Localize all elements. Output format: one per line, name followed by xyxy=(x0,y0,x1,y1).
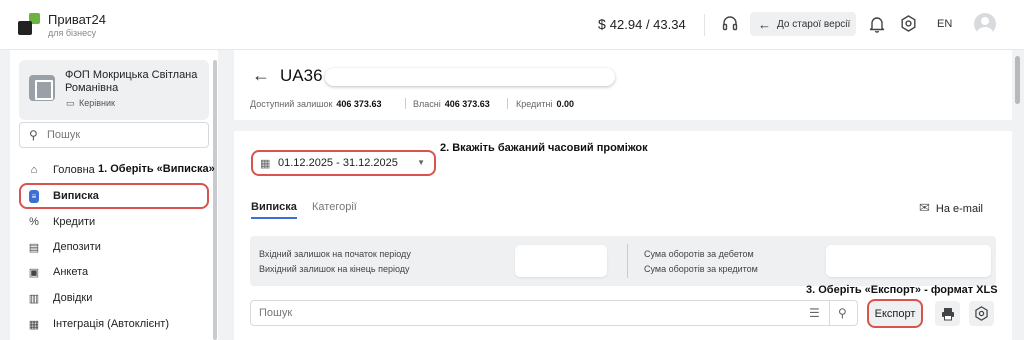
sidebar-item-certificates[interactable]: ▥ Довідки xyxy=(19,286,209,310)
deposit-icon: ▤ xyxy=(28,241,40,254)
tab-statement[interactable]: Виписка xyxy=(251,201,297,213)
balance-values-box xyxy=(515,245,607,277)
briefcase-icon: ▭ xyxy=(66,98,75,108)
back-arrow-icon[interactable]: ← xyxy=(252,65,270,86)
tab-categories[interactable]: Категорії xyxy=(312,201,357,213)
annotation-step-2: 2. Вкажіть бажаний часовий проміжок xyxy=(440,142,648,154)
headset-icon[interactable] xyxy=(722,16,738,32)
sidebar: ФОП Мокрицька Світлана Романівна ▭ Керів… xyxy=(10,50,218,340)
sidebar-item-statement[interactable]: ≡ Виписка xyxy=(19,183,209,209)
sidebar-item-label: Виписка xyxy=(53,190,99,202)
statement-icon: ≡ xyxy=(29,189,39,203)
old-version-button[interactable]: ← До старої версії xyxy=(750,12,856,36)
credit-turnover-label: Сума оборотів за кредитом xyxy=(644,264,758,274)
own-balance-value: 406 373.63 xyxy=(444,99,490,109)
sidebar-item-label: Довідки xyxy=(53,292,93,304)
sidebar-scrollbar[interactable] xyxy=(213,60,217,340)
exchange-rate: $42.94 / 43.34 xyxy=(598,16,686,32)
annotation-step-3: 3. Оберіть «Експорт» - формат XLS xyxy=(806,284,998,296)
top-bar: Приват24 для бізнесу $42.94 / 43.34 ← До… xyxy=(0,0,1024,50)
own-balance: Власні 406 373.63 xyxy=(413,99,490,109)
divider xyxy=(829,301,830,325)
language-switch[interactable]: EN xyxy=(937,18,952,30)
export-button[interactable]: Експорт xyxy=(867,299,923,328)
closing-balance-label: Вихідний залишок на кінець періоду xyxy=(259,264,410,274)
avatar[interactable] xyxy=(974,13,996,35)
turnover-values-box xyxy=(826,245,991,277)
statement-search-placeholder: Пошук xyxy=(259,307,293,319)
sidebar-item-label: Депозити xyxy=(53,241,101,253)
available-balance-label: Доступний залишок xyxy=(250,99,333,109)
home-icon: ⌂ xyxy=(30,164,38,176)
email-button[interactable]: ✉ На e-mail xyxy=(919,200,983,216)
chevron-down-icon: ▼ xyxy=(417,158,425,167)
settings-button[interactable] xyxy=(969,301,994,326)
own-balance-label: Власні xyxy=(413,99,441,109)
available-balance-value: 406 373.63 xyxy=(336,99,382,109)
company-role: Керівник xyxy=(79,98,115,108)
available-balance: Доступний залишок 406 373.63 xyxy=(250,99,381,109)
active-tab-indicator xyxy=(251,217,297,219)
privat24-logo[interactable] xyxy=(18,13,40,35)
sidebar-item-profile[interactable]: ▣ Анкета xyxy=(19,260,209,284)
credit-balance: Кредитні 0.00 xyxy=(516,99,574,109)
gear-icon[interactable] xyxy=(900,15,917,32)
debit-turnover-label: Сума оборотів за дебетом xyxy=(644,249,754,259)
company-name: ФОП Мокрицька Світлана Романівна xyxy=(65,69,198,94)
sidebar-search-input[interactable]: ⚲ Пошук xyxy=(19,122,209,148)
calendar-icon: ▦ xyxy=(260,158,271,170)
sidebar-item-label: Інтеграція (Автоклієнт) xyxy=(53,318,169,330)
sidebar-item-deposits[interactable]: ▤ Депозити xyxy=(19,235,209,259)
sidebar-item-label: Анкета xyxy=(53,266,89,278)
envelope-icon: ✉ xyxy=(919,200,930,215)
filter-sliders-icon[interactable]: ☰ xyxy=(809,306,820,320)
search-icon: ⚲ xyxy=(29,128,38,142)
date-range-picker[interactable]: ▦ 01.12.2025 - 31.12.2025 ▼ xyxy=(251,150,436,176)
annotation-step-1: 1. Оберіть «Виписка» xyxy=(98,163,215,175)
arrow-left-icon: ← xyxy=(758,16,771,32)
statement-search-input[interactable]: Пошук ☰ ⚲ xyxy=(250,300,858,326)
account-number-mask xyxy=(325,68,615,86)
credit-balance-value: 0.00 xyxy=(556,99,574,109)
percent-icon: % xyxy=(29,216,39,228)
company-card[interactable]: ФОП Мокрицька Світлана Романівна ▭ Керів… xyxy=(19,60,209,120)
sidebar-item-credits[interactable]: % Кредити xyxy=(19,210,209,234)
dollar-icon: $ xyxy=(598,16,606,32)
divider xyxy=(704,14,705,36)
divider xyxy=(627,244,628,278)
profile-card-icon: ▣ xyxy=(28,266,40,279)
page-scrollbar-thumb[interactable] xyxy=(1015,56,1020,104)
exchange-rate-value: 42.94 / 43.34 xyxy=(609,17,686,32)
sidebar-item-label: Головна xyxy=(53,164,95,176)
account-number: UA36 xyxy=(280,66,323,85)
divider xyxy=(405,98,406,109)
date-range-value: 01.12.2025 - 31.12.2025 xyxy=(278,157,398,169)
sidebar-item-integration[interactable]: ▦ Інтеграція (Автоклієнт) xyxy=(19,312,209,336)
credit-balance-label: Кредитні xyxy=(516,99,553,109)
search-icon[interactable]: ⚲ xyxy=(838,306,847,320)
sidebar-search-placeholder: Пошук xyxy=(47,129,81,141)
print-button[interactable] xyxy=(935,301,960,326)
email-label: На e-mail xyxy=(935,203,983,215)
brand-name: Приват24 xyxy=(48,12,106,27)
sidebar-item-label: Кредити xyxy=(53,216,96,228)
brand-subtitle: для бізнесу xyxy=(48,28,97,38)
integration-icon: ▦ xyxy=(28,318,40,331)
document-icon: ▥ xyxy=(28,292,40,305)
company-building-icon xyxy=(29,75,55,101)
old-version-label: До старої версії xyxy=(777,18,851,30)
divider xyxy=(507,98,508,109)
printer-icon xyxy=(941,307,954,320)
gear-icon xyxy=(975,306,988,321)
bell-icon[interactable] xyxy=(869,15,885,33)
opening-balance-label: Вхідний залишок на початок періоду xyxy=(259,249,411,259)
